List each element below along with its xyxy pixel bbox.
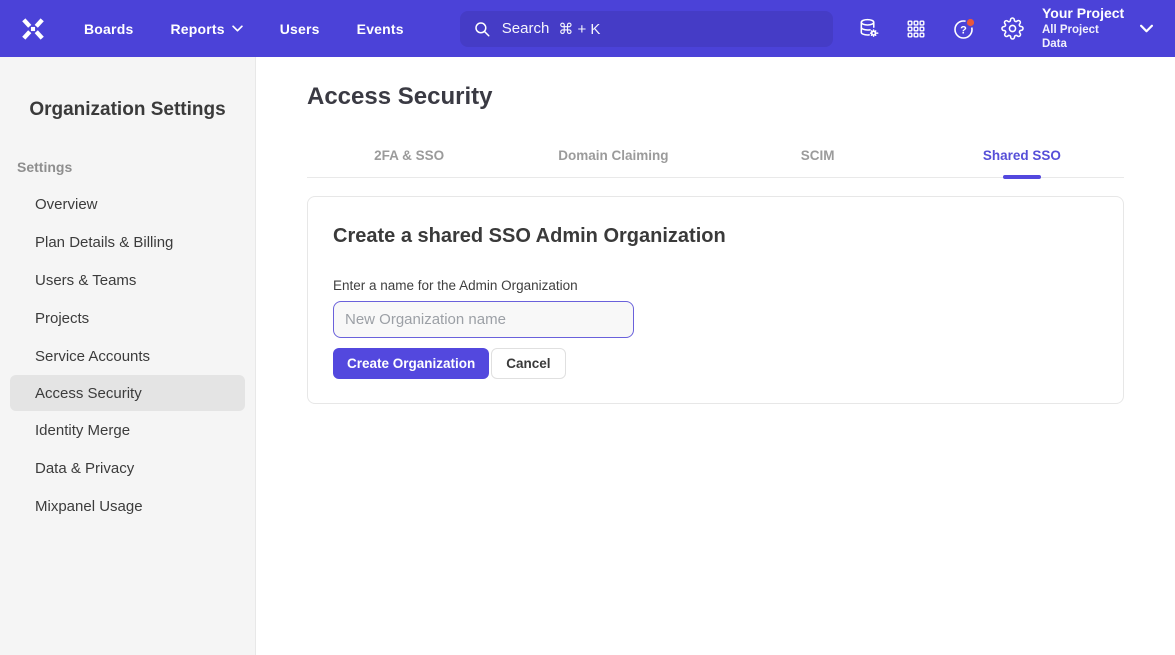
help-icon[interactable]: ? [952,17,976,41]
chevron-down-icon [232,25,243,32]
nav-item-boards[interactable]: Boards [84,21,133,37]
tab-shared-sso[interactable]: Shared SSO [920,148,1124,177]
top-navigation: Boards Reports Users Events Search ⌘ + K [0,0,1175,57]
sidebar-item-plan-details-billing[interactable]: Plan Details & Billing [0,223,255,261]
search-shortcut: ⌘ + K [558,20,600,38]
org-name-input[interactable] [333,301,634,338]
search-icon [473,20,491,38]
tab-2fa-sso[interactable]: 2FA & SSO [307,148,511,177]
search-input[interactable]: Search ⌘ + K [460,11,833,47]
tab-scim[interactable]: SCIM [716,148,920,177]
project-name: Your Project [1042,5,1126,23]
project-selector[interactable]: Your Project All Project Data [1042,5,1126,51]
nav-item-users[interactable]: Users [280,21,320,37]
cancel-button[interactable]: Cancel [491,348,565,379]
sidebar-item-users-teams[interactable]: Users & Teams [0,261,255,299]
sidebar-item-access-security[interactable]: Access Security [10,375,245,411]
apps-grid-icon[interactable] [905,17,929,41]
sidebar-section-label: Settings [17,159,255,175]
data-management-icon[interactable] [857,17,881,41]
main-content: Access Security 2FA & SSO Domain Claimin… [256,57,1175,655]
create-organization-button[interactable]: Create Organization [333,348,489,379]
create-sso-admin-org-card: Create a shared SSO Admin Organization E… [307,196,1124,404]
project-chevron-down-icon[interactable] [1140,24,1153,33]
mixpanel-logo-icon[interactable] [18,14,48,44]
project-scope: All Project Data [1042,23,1126,52]
sidebar-item-data-privacy[interactable]: Data & Privacy [0,449,255,487]
search-placeholder: Search [502,20,550,38]
sidebar: Organization Settings Settings Overview … [0,57,256,655]
nav-item-events[interactable]: Events [357,21,404,37]
svg-text:?: ? [960,24,967,36]
sidebar-item-mixpanel-usage[interactable]: Mixpanel Usage [0,487,255,525]
sidebar-item-service-accounts[interactable]: Service Accounts [0,337,255,375]
card-title: Create a shared SSO Admin Organization [333,225,1098,248]
sidebar-item-overview[interactable]: Overview [0,185,255,223]
nav-item-reports[interactable]: Reports [170,21,242,37]
sidebar-item-projects[interactable]: Projects [0,299,255,337]
primary-nav: Boards Reports Users Events [84,21,404,37]
tab-domain-claiming[interactable]: Domain Claiming [511,148,715,177]
settings-gear-icon[interactable] [1000,17,1024,41]
nav-right-controls: ? Your Project All Project Data [833,5,1175,51]
sidebar-item-identity-merge[interactable]: Identity Merge [0,411,255,449]
org-name-label: Enter a name for the Admin Organization [333,278,1098,293]
page-title: Access Security [307,83,1124,111]
sidebar-title: Organization Settings [0,99,255,121]
tab-bar: 2FA & SSO Domain Claiming SCIM Shared SS… [307,148,1124,178]
card-actions: Create Organization Cancel [333,348,1098,379]
